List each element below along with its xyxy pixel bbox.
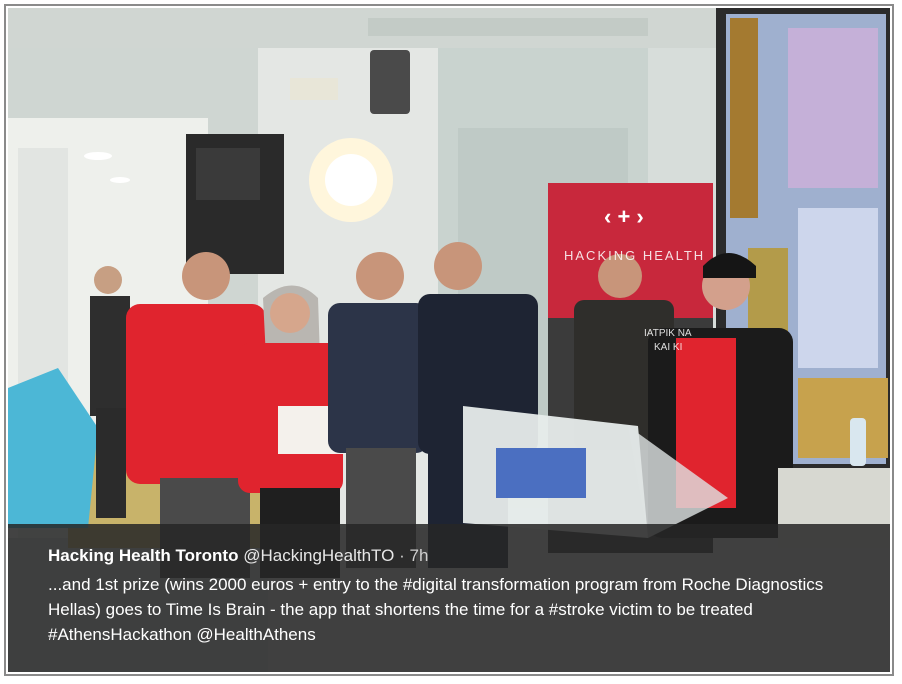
mention-healthathens[interactable]: @HealthAthens: [196, 625, 315, 644]
banner-logo-symbol: ‹ + ›: [604, 204, 644, 229]
tweet-text-part-1: ...and 1st prize (wins 2000 euros + entr…: [48, 575, 403, 594]
tweet-text: ...and 1st prize (wins 2000 euros + entr…: [48, 572, 850, 647]
tweet-caption-overlay: Hacking Health Toronto @HackingHealthTO …: [8, 524, 890, 672]
hashtag-stroke[interactable]: #stroke: [549, 600, 605, 619]
author-handle[interactable]: @HackingHealthTO: [243, 546, 394, 565]
separator-dot: ·: [399, 546, 405, 565]
banner-subtitle-line2: ΚΑΙ ΚΙ: [654, 342, 683, 353]
tweet-photo[interactable]: ‹ + › HACKING HEALTH ΙΑΤΡΙΚ ΝΑ ΚΑΙ ΚΙ Ha…: [8, 8, 890, 672]
hashtag-athenshackathon[interactable]: #AthensHackathon: [48, 625, 192, 644]
banner-title: HACKING HEALTH: [564, 248, 706, 263]
hashtag-digital[interactable]: #digital: [403, 575, 457, 594]
tweet-timestamp[interactable]: 7h: [409, 546, 428, 565]
author-name[interactable]: Hacking Health Toronto: [48, 546, 238, 565]
tweet-text-part-3: victim to be treated: [604, 600, 753, 619]
banner-subtitle-line1: ΙΑΤΡΙΚ ΝΑ: [644, 328, 692, 339]
tweet-header: Hacking Health Toronto @HackingHealthTO …: [48, 544, 850, 568]
